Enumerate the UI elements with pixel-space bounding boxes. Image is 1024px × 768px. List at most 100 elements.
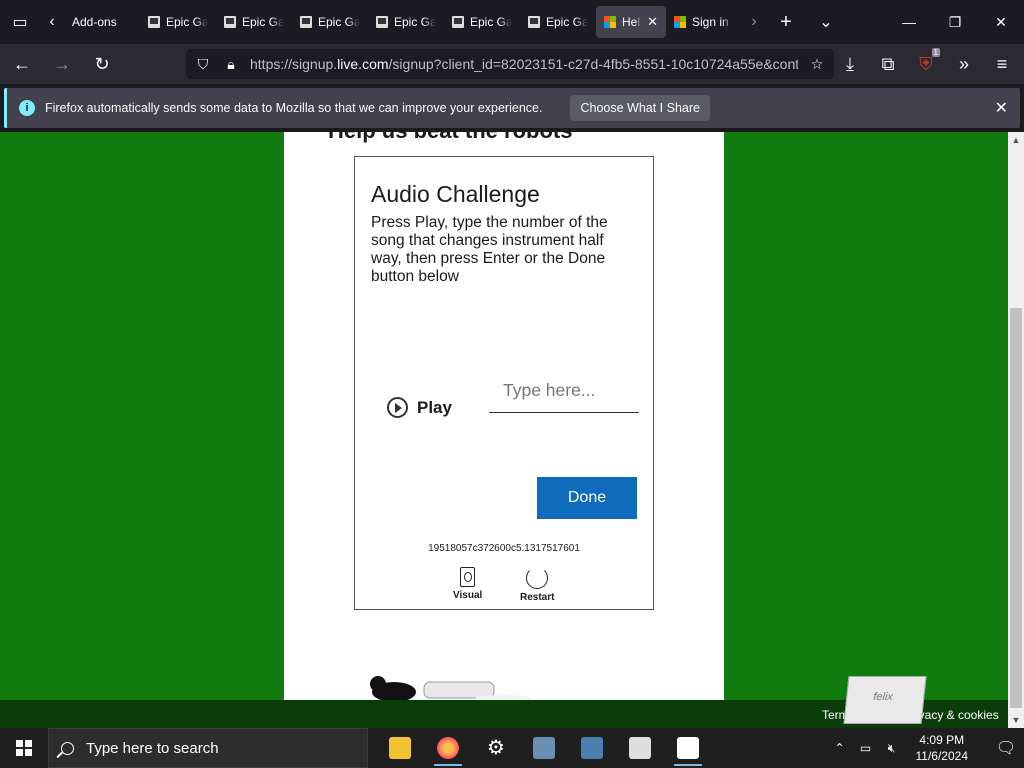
page-content: Help us beat the robots Audio Challenge … xyxy=(0,132,1008,700)
forward-icon[interactable]: → xyxy=(44,48,80,80)
action-center-icon[interactable]: 🗨︎ xyxy=(988,728,1024,768)
tab-scroll-right-icon[interactable]: › xyxy=(742,0,766,44)
firefox-view-icon[interactable]: ▭ xyxy=(0,0,40,44)
session-id: 19518057c372600c5.1317517601 xyxy=(428,543,580,554)
audio-challenge-panel: Audio Challenge Press Play, type the num… xyxy=(354,156,654,610)
challenge-instructions: Press Play, type the number of the song … xyxy=(371,214,608,285)
play-icon xyxy=(387,397,408,418)
info-icon: i xyxy=(19,100,35,116)
cat-illustration xyxy=(370,676,532,700)
lock-icon[interactable]: 🔒︎ xyxy=(222,55,240,73)
new-tab-icon[interactable]: + xyxy=(766,0,806,44)
microsoft-icon xyxy=(674,16,686,28)
taskbar-apps: ⚙ xyxy=(376,728,712,768)
restore-icon[interactable]: ❐ xyxy=(932,0,978,44)
microsoft-icon xyxy=(604,16,616,28)
scroll-down-arrow-icon[interactable]: ▼ xyxy=(1008,712,1024,728)
restart-button[interactable]: Restart xyxy=(520,567,554,603)
url-domain: live.com xyxy=(337,56,389,72)
paint-icon[interactable] xyxy=(664,728,712,768)
tab-label: Epic Games xyxy=(546,15,588,29)
tab-label: Sign in xyxy=(692,15,729,29)
page-title: Help us beat the robots xyxy=(328,132,572,144)
window-controls: — ❐ ✕ xyxy=(886,0,1024,44)
answer-input[interactable] xyxy=(489,369,639,413)
toolbar-right: ⤓ ⧉ ⛨ 1 » ≡ xyxy=(832,48,1020,80)
url-text[interactable]: https://signup.live.com/signup?client_id… xyxy=(250,56,798,72)
system-tray: ⌃ ▭ 🔇︎ 4:09 PM 11/6/2024 🗨︎ xyxy=(830,728,1024,768)
back-icon[interactable]: ← xyxy=(4,48,40,80)
notification-text: Firefox automatically sends some data to… xyxy=(45,101,543,115)
network-icon[interactable]: ▭ xyxy=(856,741,876,755)
control-panel-icon[interactable] xyxy=(568,728,616,768)
app-menu-icon[interactable]: ≡ xyxy=(984,48,1020,80)
close-window-icon[interactable]: ✕ xyxy=(978,0,1024,44)
downloads-icon[interactable]: ⤓ xyxy=(832,48,868,80)
tab-scroll-left-icon[interactable]: ‹ xyxy=(40,0,64,44)
epic-games-icon xyxy=(148,16,160,28)
url-prefix: https://signup. xyxy=(250,56,338,72)
scroll-up-arrow-icon[interactable]: ▲ xyxy=(1008,132,1024,148)
tab-help-us-beat-the-robots[interactable]: Help us beat the robots ✕ xyxy=(596,6,666,38)
tab-epic-games-5[interactable]: Epic Games xyxy=(444,6,520,38)
url-bar[interactable]: ⛉ 🔒︎ https://signup.live.com/signup?clie… xyxy=(186,49,834,79)
settings-gear-icon[interactable]: ⚙ xyxy=(472,728,520,768)
choose-what-i-share-button[interactable]: Choose What I Share xyxy=(570,95,710,121)
more-tools-icon[interactable]: » xyxy=(946,48,982,80)
clock-date: 11/6/2024 xyxy=(915,749,969,763)
visual-challenge-button[interactable]: Visual xyxy=(453,567,482,601)
signup-card: Help us beat the robots Audio Challenge … xyxy=(284,132,724,700)
restart-icon xyxy=(526,567,549,589)
tab-epic-games-3[interactable]: Epic Games xyxy=(292,6,368,38)
search-placeholder: Type here to search xyxy=(86,739,219,757)
tab-label: Epic Games xyxy=(166,15,208,29)
epic-games-icon xyxy=(224,16,236,28)
remote-desktop-icon[interactable] xyxy=(520,728,568,768)
restart-label: Restart xyxy=(520,592,555,603)
windows-taskbar: Type here to search ⚙ ⌃ ▭ 🔇︎ 4:09 PM 11/… xyxy=(0,728,1024,768)
list-all-tabs-icon[interactable]: ⌄ xyxy=(806,0,846,44)
clock-time: 4:09 PM xyxy=(919,733,965,747)
file-explorer-icon[interactable] xyxy=(376,728,424,768)
ublock-origin-icon[interactable]: ⛨ 1 xyxy=(908,48,944,80)
tab-epic-games-6[interactable]: Epic Games xyxy=(520,6,596,38)
tab-strip: ▭ ‹ Add-ons Epic Games Epic Games Epic G… xyxy=(0,0,1024,44)
tab-label: Epic Games xyxy=(318,15,360,29)
tab-label: Add-ons xyxy=(72,15,117,29)
tab-add-ons[interactable]: Add-ons xyxy=(64,6,140,38)
visual-label: Visual xyxy=(453,590,483,601)
ublock-badge: 1 xyxy=(931,48,940,57)
tab-epic-games-2[interactable]: Epic Games xyxy=(216,6,292,38)
play-label: Play xyxy=(417,397,452,417)
notification-close-icon[interactable]: ✕ xyxy=(995,98,1008,118)
firefox-icon[interactable] xyxy=(424,728,472,768)
tab-sign-in[interactable]: Sign in xyxy=(666,6,742,38)
show-hidden-icons-chevron-icon[interactable]: ⌃ xyxy=(830,741,850,755)
epic-games-launcher-icon[interactable] xyxy=(616,728,664,768)
tab-label: Epic Games xyxy=(394,15,436,29)
tab-label: Help us beat the robots xyxy=(622,15,641,29)
navigation-bar: ← → ↻ ⛉ 🔒︎ https://signup.live.com/signu… xyxy=(0,44,1024,84)
volume-muted-icon[interactable]: 🔇︎ xyxy=(882,741,902,756)
data-reporting-notification: i Firefox automatically sends some data … xyxy=(4,88,1020,128)
taskbar-search-box[interactable]: Type here to search xyxy=(48,728,368,768)
url-suffix: /signup?client_id=82023151-c27d-4fb5-855… xyxy=(388,56,798,72)
page-scrollbar[interactable]: ▲ ▼ xyxy=(1008,132,1024,728)
tab-close-icon[interactable]: ✕ xyxy=(647,14,658,30)
box-label: felix xyxy=(872,691,894,703)
windows-logo-icon xyxy=(16,740,32,756)
done-button[interactable]: Done xyxy=(537,477,637,519)
reload-icon[interactable]: ↻ xyxy=(84,48,120,80)
tab-epic-games-1[interactable]: Epic Games xyxy=(140,6,216,38)
epic-games-icon xyxy=(452,16,464,28)
extensions-icon[interactable]: ⧉ xyxy=(870,48,906,80)
visual-puzzle-icon xyxy=(460,567,476,587)
start-button[interactable] xyxy=(0,728,48,768)
clock[interactable]: 4:09 PM 11/6/2024 xyxy=(916,732,969,764)
bookmark-star-icon[interactable]: ☆ xyxy=(808,55,826,73)
tab-epic-games-4[interactable]: Epic Games xyxy=(368,6,444,38)
play-button[interactable]: Play xyxy=(387,397,452,418)
tracking-protection-shield-icon[interactable]: ⛉ xyxy=(194,55,212,73)
scroll-thumb[interactable] xyxy=(1010,308,1022,708)
minimize-icon[interactable]: — xyxy=(886,0,932,44)
